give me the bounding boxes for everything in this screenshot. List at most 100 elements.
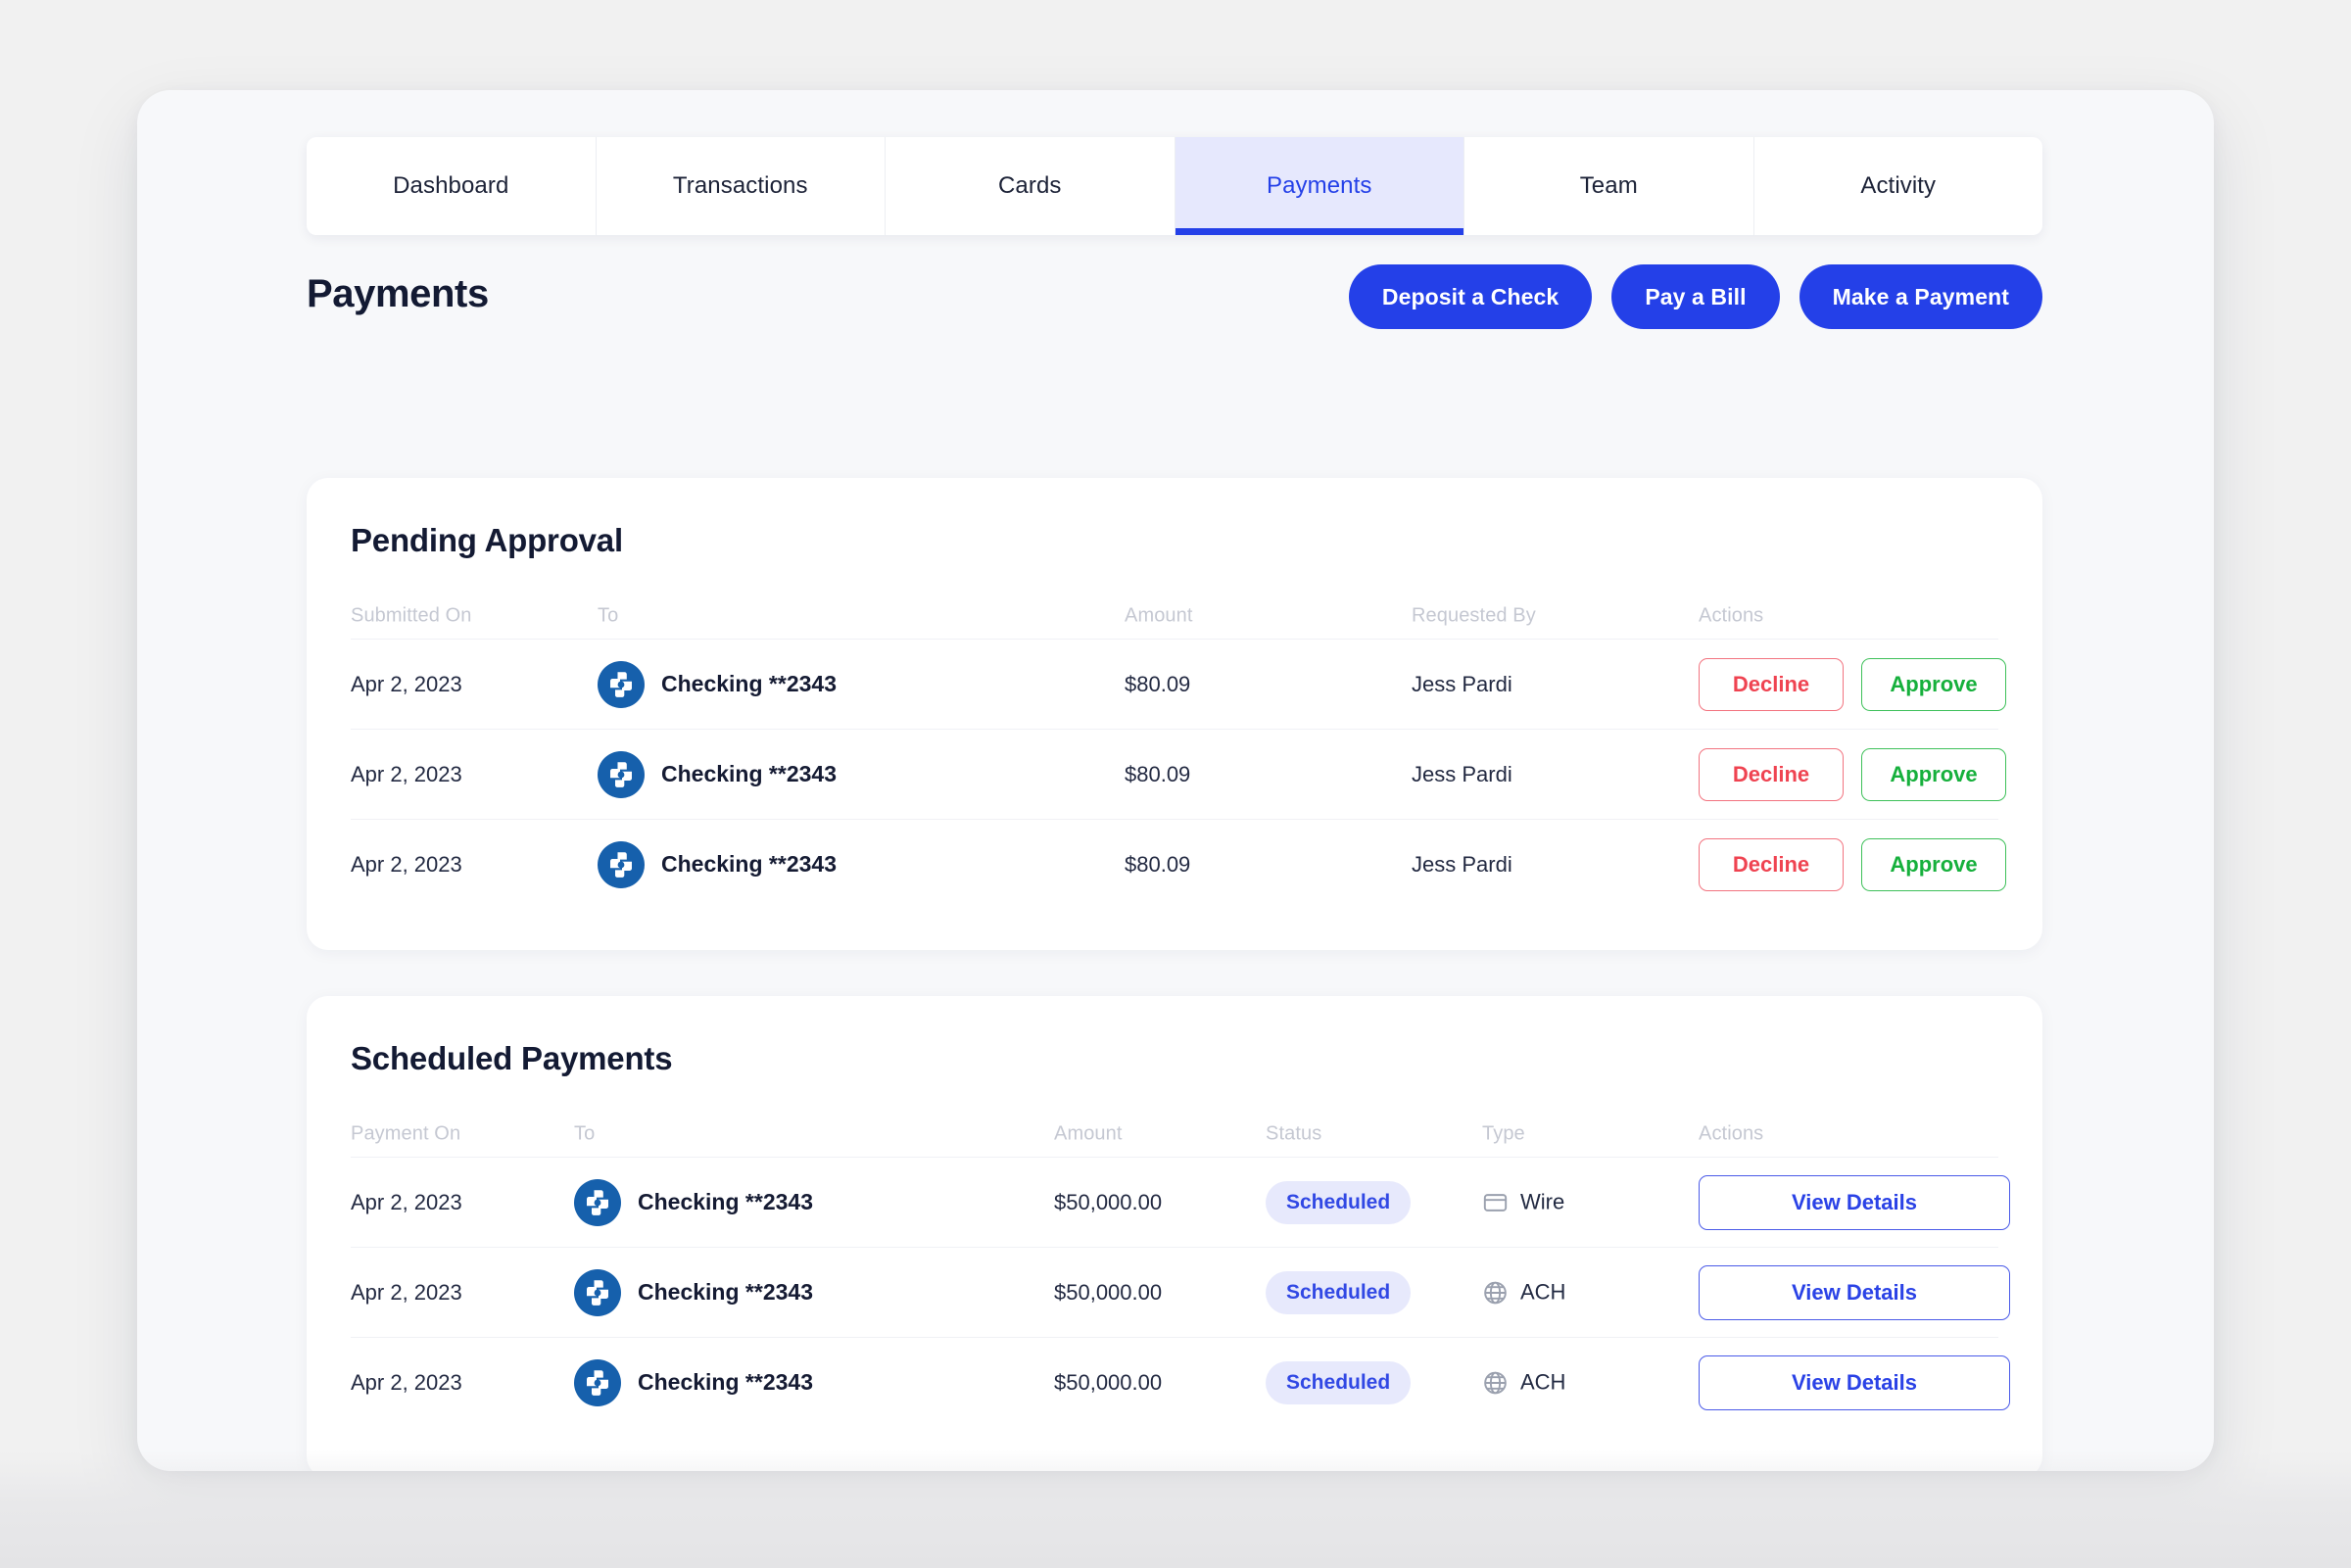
cell-requested-by: Jess Pardi bbox=[1412, 851, 1512, 877]
view-details-button[interactable]: View Details bbox=[1699, 1354, 2010, 1410]
cell-submitted-on: Apr 2, 2023 bbox=[351, 671, 462, 696]
cell-amount: $50,000.00 bbox=[1054, 1189, 1163, 1214]
approve-button[interactable]: Approve bbox=[1861, 747, 2006, 801]
table-row: Apr 2, 2023 bbox=[351, 819, 2006, 909]
table-row: Apr 2, 2023 bbox=[351, 729, 2006, 819]
status-badge: Scheduled bbox=[1266, 1270, 1412, 1314]
column-header-payment-on: Payment On bbox=[351, 1122, 461, 1145]
cell-actions: View Details bbox=[1699, 1354, 2010, 1410]
page-title: Payments bbox=[307, 272, 489, 315]
tab-label: Dashboard bbox=[393, 172, 509, 199]
account-chip: Checking **2343 bbox=[598, 660, 837, 708]
account-label: Checking **2343 bbox=[638, 1279, 813, 1305]
cell-actions: Decline Approve bbox=[1699, 747, 2006, 801]
cell-actions: Decline Approve bbox=[1699, 657, 2006, 711]
tab-activity[interactable]: Activity bbox=[1754, 137, 2043, 235]
cell-type: Wire bbox=[1482, 1189, 1564, 1215]
pending-approval-table: Submitted On To Amount Requested By Acti… bbox=[307, 594, 2042, 909]
tab-label: Payments bbox=[1266, 172, 1372, 199]
cell-amount: $80.09 bbox=[1125, 671, 1191, 696]
status-badge: Scheduled bbox=[1266, 1360, 1412, 1404]
globe-icon bbox=[1482, 1369, 1509, 1396]
account-label: Checking **2343 bbox=[638, 1189, 813, 1214]
tab-label: Transactions bbox=[672, 172, 808, 199]
scheduled-payments-card: Scheduled Payments Payment On To Amount … bbox=[307, 996, 2042, 1471]
cell-payment-on: Apr 2, 2023 bbox=[351, 1279, 462, 1305]
cell-amount: $80.09 bbox=[1125, 761, 1191, 786]
row-action-group: Decline Approve bbox=[1699, 837, 2006, 891]
row-action-group: Decline Approve bbox=[1699, 747, 2006, 801]
tab-payments[interactable]: Payments bbox=[1175, 137, 1464, 235]
account-chip: Checking **2343 bbox=[598, 840, 837, 888]
main-tab-bar: Dashboard Transactions Cards Payments Te… bbox=[307, 137, 2042, 235]
chase-logo-icon bbox=[598, 660, 645, 708]
cell-payment-on: Apr 2, 2023 bbox=[351, 1189, 462, 1214]
cell-requested-by: Jess Pardi bbox=[1412, 761, 1512, 786]
cell-amount: $50,000.00 bbox=[1054, 1279, 1163, 1305]
row-action-group: Decline Approve bbox=[1699, 657, 2006, 711]
cell-submitted-on: Apr 2, 2023 bbox=[351, 761, 462, 786]
table-row: Apr 2, 2023 bbox=[351, 1337, 2010, 1427]
account-chip: Checking **2343 bbox=[598, 750, 837, 798]
table-row: Apr 2, 2023 bbox=[351, 1247, 2010, 1337]
column-header-requested-by: Requested By bbox=[1412, 604, 1536, 627]
table-header-row: Payment On To Amount Status Type Actions bbox=[351, 1112, 1998, 1157]
deposit-a-check-button[interactable]: Deposit a Check bbox=[1348, 264, 1593, 329]
column-header-amount: Amount bbox=[1125, 604, 1193, 627]
column-header-status: Status bbox=[1266, 1122, 1322, 1145]
cell-to: Checking **2343 bbox=[598, 660, 837, 708]
account-chip: Checking **2343 bbox=[574, 1268, 813, 1316]
column-header-to: To bbox=[574, 1122, 596, 1145]
type-label: Wire bbox=[1520, 1189, 1565, 1214]
cell-payment-on: Apr 2, 2023 bbox=[351, 1369, 462, 1395]
credit-card-icon bbox=[1482, 1189, 1509, 1215]
scheduled-payments-table: Payment On To Amount Status Type Actions… bbox=[307, 1112, 2042, 1427]
column-header-actions: Actions bbox=[1699, 604, 1764, 627]
cell-to: Checking **2343 bbox=[574, 1268, 813, 1316]
chase-logo-icon bbox=[598, 840, 645, 888]
account-chip: Checking **2343 bbox=[574, 1358, 813, 1406]
column-header-submitted-on: Submitted On bbox=[351, 604, 472, 627]
tab-transactions[interactable]: Transactions bbox=[597, 137, 886, 235]
pay-a-bill-button[interactable]: Pay a Bill bbox=[1611, 264, 1780, 329]
cell-type: ACH bbox=[1482, 1369, 1565, 1396]
decline-button[interactable]: Decline bbox=[1699, 657, 1844, 711]
tab-label: Activity bbox=[1860, 172, 1937, 199]
decline-button[interactable]: Decline bbox=[1699, 837, 1844, 891]
view-details-button[interactable]: View Details bbox=[1699, 1264, 2010, 1320]
column-header-actions: Actions bbox=[1699, 1122, 1764, 1145]
column-header-amount: Amount bbox=[1054, 1122, 1123, 1145]
decline-button[interactable]: Decline bbox=[1699, 747, 1844, 801]
account-label: Checking **2343 bbox=[661, 851, 837, 877]
payment-type: Wire bbox=[1482, 1189, 1564, 1215]
view-details-button[interactable]: View Details bbox=[1699, 1174, 2010, 1230]
pending-approval-card: Pending Approval Submitted On To Amount … bbox=[307, 478, 2042, 950]
cell-amount: $50,000.00 bbox=[1054, 1369, 1163, 1395]
cell-actions: View Details bbox=[1699, 1174, 2010, 1230]
cell-actions: Decline Approve bbox=[1699, 837, 2006, 891]
cell-type: ACH bbox=[1482, 1279, 1565, 1306]
tab-label: Cards bbox=[997, 172, 1062, 199]
approve-button[interactable]: Approve bbox=[1861, 657, 2006, 711]
payment-type: ACH bbox=[1482, 1279, 1565, 1306]
tab-dashboard[interactable]: Dashboard bbox=[307, 137, 597, 235]
app-window: Dashboard Transactions Cards Payments Te… bbox=[137, 90, 2214, 1471]
tab-cards[interactable]: Cards bbox=[886, 137, 1176, 235]
cell-to: Checking **2343 bbox=[574, 1358, 813, 1406]
status-badge: Scheduled bbox=[1266, 1180, 1412, 1224]
make-a-payment-button[interactable]: Make a Payment bbox=[1799, 264, 2042, 329]
chase-logo-icon bbox=[598, 750, 645, 798]
page-header: Payments Deposit a Check Pay a Bill Make… bbox=[307, 264, 2042, 335]
table-header-row: Submitted On To Amount Requested By Acti… bbox=[351, 594, 1998, 639]
tab-team[interactable]: Team bbox=[1464, 137, 1754, 235]
chase-logo-icon bbox=[574, 1268, 621, 1316]
scheduled-payments-title: Scheduled Payments bbox=[351, 1040, 673, 1076]
table-row: Apr 2, 2023 bbox=[351, 639, 2006, 729]
cell-status: Scheduled bbox=[1266, 1360, 1412, 1404]
chase-logo-icon bbox=[574, 1178, 621, 1226]
account-chip: Checking **2343 bbox=[574, 1178, 813, 1226]
approve-button[interactable]: Approve bbox=[1861, 837, 2006, 891]
tab-label: Team bbox=[1579, 172, 1638, 199]
cell-submitted-on: Apr 2, 2023 bbox=[351, 851, 462, 877]
cell-actions: View Details bbox=[1699, 1264, 2010, 1320]
